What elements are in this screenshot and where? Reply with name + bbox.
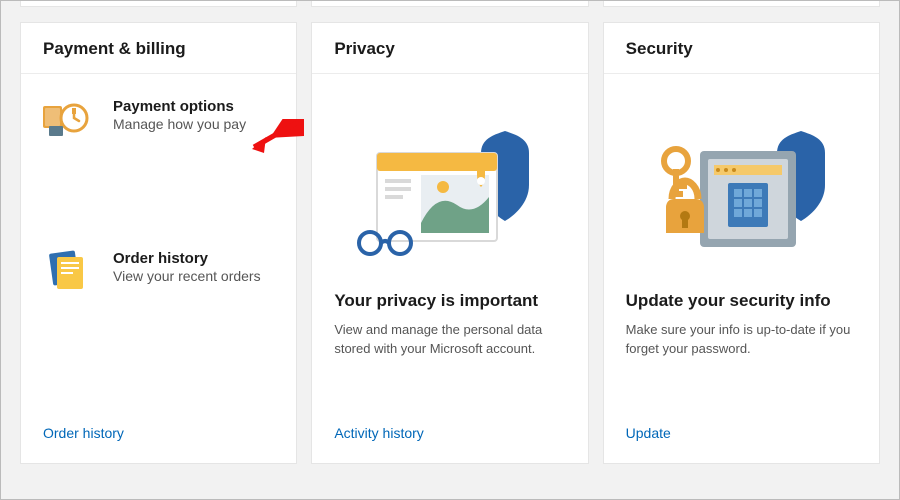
cards-container: Payment & billing Payment options Ma — [1, 22, 899, 464]
card-title: Payment & billing — [43, 39, 274, 59]
card-body: Payment options Manage how you pay Order… — [21, 74, 296, 407]
card-body: Your privacy is important View and manag… — [312, 74, 587, 407]
order-history-sub: View your recent orders — [113, 268, 261, 284]
billing-text: Order history View your recent orders — [113, 248, 261, 284]
card-footer: Order history — [21, 407, 296, 463]
card-privacy: Privacy — [311, 22, 588, 464]
card-header: Payment & billing — [21, 23, 296, 74]
card-footer: Update — [604, 407, 879, 463]
update-link[interactable]: Update — [626, 425, 671, 441]
payment-options-sub: Manage how you pay — [113, 116, 246, 132]
card-body: Update your security info Make sure your… — [604, 74, 879, 407]
card-header: Security — [604, 23, 879, 74]
payment-options-title: Payment options — [113, 98, 246, 115]
top-card-stubs — [1, 1, 899, 7]
order-history-link[interactable]: Order history — [43, 425, 124, 441]
order-history-title: Order history — [113, 250, 261, 267]
privacy-desc: View and manage the personal data stored… — [334, 321, 565, 359]
card-security: Security — [603, 22, 880, 464]
security-illustration — [626, 100, 857, 275]
card-footer: Activity history — [312, 407, 587, 463]
card-title: Privacy — [334, 39, 565, 59]
payment-options-item[interactable]: Payment options Manage how you pay — [43, 96, 274, 140]
card-header: Privacy — [312, 23, 587, 74]
activity-history-link[interactable]: Activity history — [334, 425, 423, 441]
privacy-heading: Your privacy is important — [334, 291, 565, 311]
privacy-illustration — [334, 100, 565, 275]
order-history-icon — [43, 248, 91, 292]
card-title: Security — [626, 39, 857, 59]
security-desc: Make sure your info is up-to-date if you… — [626, 321, 857, 359]
billing-text: Payment options Manage how you pay — [113, 96, 246, 132]
payment-options-icon — [43, 96, 91, 140]
order-history-item[interactable]: Order history View your recent orders — [43, 248, 274, 292]
security-heading: Update your security info — [626, 291, 857, 311]
card-payment-billing: Payment & billing Payment options Ma — [20, 22, 297, 464]
